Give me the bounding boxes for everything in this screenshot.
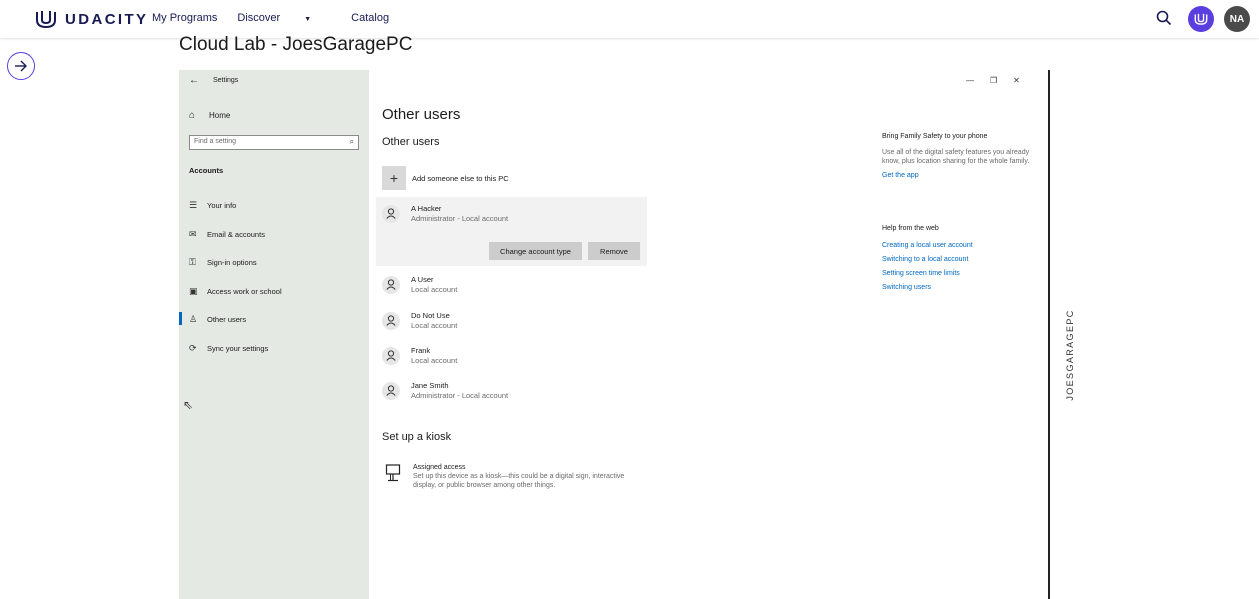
get-app-link[interactable]: Get the app	[882, 172, 1042, 179]
user-name: Jane Smith	[411, 381, 449, 390]
search-placeholder: Find a setting	[194, 138, 237, 145]
settings-content: — ❐ ✕ Other users Other users + Add some…	[369, 70, 1050, 599]
help-link-local-account[interactable]: Creating a local user account	[882, 242, 1042, 249]
user-avatar-icon	[382, 381, 400, 400]
brand-name: UDACITY	[65, 10, 149, 28]
udacity-logo-icon	[1194, 13, 1208, 25]
user-avatar-icon	[382, 311, 400, 330]
family-safety-heading: Bring Family Safety to your phone	[882, 133, 988, 140]
udacity-logo-icon	[36, 11, 56, 29]
family-safety-panel: Bring Family Safety to your phone Use al…	[882, 133, 1042, 179]
sidebar-item-label: Home	[209, 111, 231, 120]
sidebar-item-label: Sign-in options	[207, 258, 257, 267]
sidebar-item-label: Sync your settings	[207, 344, 269, 353]
window-title: Settings	[213, 77, 239, 84]
remote-desktop[interactable]: ← Settings ⌂ Home Find a setting ⌕ Accou…	[178, 70, 1050, 599]
sidebar-item-other-users[interactable]: ♙ Other users	[178, 312, 247, 325]
section-title: Other users	[382, 136, 440, 148]
add-user-label: Add someone else to this PC	[412, 173, 509, 183]
user-role: Local account	[411, 321, 458, 330]
user-item-a-user[interactable]: A User Local account	[382, 275, 457, 294]
user-role: Administrator - Local account	[411, 214, 509, 223]
assigned-access-item[interactable]: Assigned access Set up this device as a …	[385, 464, 643, 490]
arrow-right-icon	[15, 60, 27, 72]
udacity-logo[interactable]: UDACITY	[35, 9, 148, 29]
sync-icon: ⟳	[189, 343, 197, 353]
kiosk-icon	[385, 464, 405, 490]
sidebar-item-sign-in[interactable]: ⚿ Sign-in options	[189, 257, 257, 268]
kiosk-section-title: Set up a kiosk	[382, 431, 452, 443]
mouse-cursor-icon: ⇖	[183, 398, 194, 412]
person-card-icon: ☰	[189, 200, 198, 210]
sidebar-item-your-info[interactable]: ☰ Your info	[189, 200, 236, 211]
help-link-switching-users[interactable]: Switching users	[882, 284, 1042, 291]
briefcase-icon: ▣	[189, 286, 198, 296]
machine-name-label: JOESGARAGEPC	[1060, 300, 1080, 410]
user-avatar-icon	[382, 275, 400, 294]
nav-discover[interactable]: Discover ▼	[237, 12, 331, 24]
back-arrow-icon[interactable]: ←	[189, 75, 199, 86]
window-controls: — ❐ ✕	[966, 76, 1036, 85]
machine-name: JOESGARAGEPC	[1065, 309, 1075, 401]
sidebar-item-home[interactable]: ⌂ Home	[189, 110, 230, 121]
home-icon: ⌂	[189, 110, 196, 121]
search-icon: ⌕	[349, 137, 354, 146]
assigned-access-description: Set up this device as a kiosk—this could…	[413, 473, 625, 489]
user-name: A User	[411, 275, 434, 284]
help-heading: Help from the web	[882, 225, 939, 232]
user-item-frank[interactable]: Frank Local account	[382, 346, 457, 365]
user-name: A Hacker	[411, 204, 442, 213]
user-role: Local account	[411, 356, 458, 365]
find-setting-input[interactable]: Find a setting ⌕	[189, 135, 359, 150]
mail-icon: ✉	[189, 229, 197, 239]
top-bar: UDACITY My Programs Discover ▼ Catalog NA	[0, 0, 1259, 38]
sidebar-item-label: Email & accounts	[207, 230, 265, 239]
family-safety-text: Use all of the digital safety features y…	[882, 149, 1030, 165]
help-link-screen-time[interactable]: Setting screen time limits	[882, 270, 1042, 277]
assigned-access-title: Assigned access	[413, 464, 466, 471]
user-role: Administrator - Local account	[411, 391, 509, 400]
change-account-type-button[interactable]: Change account type	[489, 242, 582, 260]
user-item-do-not-use[interactable]: Do Not Use Local account	[382, 311, 457, 330]
user-name: Frank	[411, 346, 431, 355]
help-link-switching-local[interactable]: Switching to a local account	[882, 256, 1042, 263]
main-nav: My Programs Discover ▼ Catalog	[152, 12, 409, 24]
page-title: Other users	[382, 106, 461, 123]
user-item-a-hacker[interactable]: A Hacker Administrator - Local account	[382, 204, 508, 223]
search-icon[interactable]	[1156, 10, 1172, 26]
expand-panel-button[interactable]	[7, 52, 35, 80]
category-title: Accounts	[189, 166, 224, 175]
window-edge	[1048, 70, 1050, 599]
user-avatar-icon	[382, 346, 400, 365]
caret-down-icon: ▼	[304, 16, 312, 23]
sidebar-item-label: Access work or school	[207, 287, 282, 296]
lab-title: Cloud Lab - JoesGaragePC	[179, 34, 413, 55]
user-item-jane-smith[interactable]: Jane Smith Administrator - Local account	[382, 381, 508, 400]
minimize-icon[interactable]: —	[966, 76, 974, 85]
people-icon: ♙	[189, 314, 198, 324]
user-role: Local account	[411, 285, 458, 294]
sidebar-item-sync[interactable]: ⟳ Sync your settings	[189, 343, 268, 354]
help-panel: Help from the web Creating a local user …	[882, 225, 1042, 298]
udacity-avatar-button[interactable]	[1188, 6, 1214, 32]
sidebar-item-email[interactable]: ✉ Email & accounts	[189, 229, 265, 240]
remove-button[interactable]: Remove	[588, 242, 640, 260]
key-icon: ⚿	[189, 257, 196, 267]
user-avatar[interactable]: NA	[1224, 6, 1250, 32]
sidebar-item-label: Other users	[207, 315, 247, 324]
nav-catalog[interactable]: Catalog	[351, 12, 389, 24]
add-user-button[interactable]: + Add someone else to this PC	[382, 166, 509, 190]
close-icon[interactable]: ✕	[1013, 76, 1020, 85]
settings-titlebar: ← Settings	[189, 75, 238, 86]
nav-discover-label: Discover	[237, 12, 281, 24]
restore-icon[interactable]: ❐	[990, 76, 997, 85]
settings-sidebar: ← Settings ⌂ Home Find a setting ⌕ Accou…	[178, 70, 369, 599]
user-avatar-icon	[382, 204, 400, 223]
plus-icon: +	[382, 166, 406, 190]
sidebar-item-label: Your info	[207, 201, 237, 210]
sidebar-item-work-school[interactable]: ▣ Access work or school	[189, 286, 282, 297]
user-name: Do Not Use	[411, 311, 450, 320]
nav-my-programs[interactable]: My Programs	[152, 12, 217, 24]
